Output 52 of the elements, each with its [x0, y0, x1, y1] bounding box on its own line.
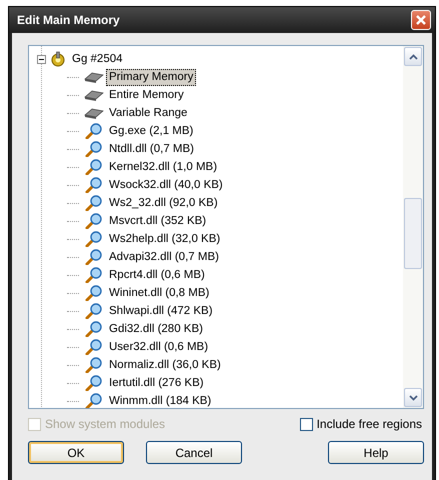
tree-item[interactable]: Ws2help.dll (32,0 KB) — [106, 230, 224, 248]
tree-item[interactable]: Advapi32.dll (0,7 MB) — [106, 248, 222, 266]
dialog-button[interactable]: Cancel — [146, 441, 242, 464]
tree-item[interactable]: Gg.exe (2,1 MB) — [106, 122, 196, 140]
magnifier-icon — [84, 357, 104, 373]
tree-item[interactable]: Variable Range — [106, 104, 190, 122]
checkbox-label[interactable]: Include free regions — [316, 417, 422, 431]
dialog-button[interactable]: OK — [28, 441, 124, 464]
magnifier-icon — [84, 123, 104, 139]
tree-item[interactable]: Iertutil.dll (276 KB) — [106, 374, 207, 392]
magnifier-icon — [84, 195, 104, 211]
magnifier-icon — [84, 141, 104, 157]
scroll-down-button[interactable] — [404, 388, 422, 407]
magnifier-icon — [84, 177, 104, 193]
tree-item[interactable]: Wininet.dll (0,8 MB) — [106, 284, 212, 302]
window-title: Edit Main Memory — [17, 13, 120, 27]
magnifier-icon — [84, 213, 104, 229]
memory-chip-icon — [84, 106, 104, 120]
magnifier-icon — [84, 267, 104, 283]
close-icon — [415, 14, 427, 26]
magnifier-icon — [84, 321, 104, 337]
memory-chip-icon — [84, 88, 104, 102]
scroll-thumb[interactable] — [404, 198, 422, 269]
magnifier-icon — [84, 393, 104, 408]
magnifier-icon — [84, 159, 104, 175]
tree-item[interactable]: Kernel32.dll (1,0 MB) — [106, 158, 220, 176]
magnifier-icon — [84, 249, 104, 265]
magnifier-icon — [84, 339, 104, 355]
tree-item[interactable]: Primary Memory — [106, 68, 196, 86]
collapse-toggle[interactable] — [37, 54, 46, 64]
vertical-scrollbar[interactable] — [403, 46, 423, 408]
tree-item[interactable]: Wsock32.dll (40,0 KB) — [106, 176, 226, 194]
magnifier-icon — [84, 375, 104, 391]
magnifier-icon — [84, 285, 104, 301]
scroll-up-button[interactable] — [404, 47, 422, 66]
tree-item[interactable]: Msvcrt.dll (352 KB) — [106, 212, 210, 230]
tree-item[interactable]: Entire Memory — [106, 86, 187, 104]
magnifier-icon — [84, 231, 104, 247]
tree-item[interactable]: Gg #2504 — [69, 50, 126, 68]
dialog-button[interactable]: Help — [328, 441, 424, 464]
tree-item[interactable]: User32.dll (0,6 MB) — [106, 338, 212, 356]
tree-item[interactable]: Rpcrt4.dll (0,6 MB) — [106, 266, 208, 284]
checkbox[interactable] — [300, 418, 313, 430]
tree-item[interactable]: Gdi32.dll (280 KB) — [106, 320, 206, 338]
tree-item[interactable]: Shlwapi.dll (472 KB) — [106, 302, 216, 320]
magnifier-icon — [84, 303, 104, 319]
tree-item[interactable]: Normaliz.dll (36,0 KB) — [106, 356, 224, 374]
memory-chip-icon — [84, 70, 104, 84]
tree-item[interactable]: Ws2_32.dll (92,0 KB) — [106, 194, 221, 212]
tree-item[interactable]: Winmm.dll (184 KB) — [106, 392, 214, 408]
close-button[interactable] — [411, 10, 431, 30]
tree-item[interactable]: Ntdll.dll (0,7 MB) — [106, 140, 197, 158]
